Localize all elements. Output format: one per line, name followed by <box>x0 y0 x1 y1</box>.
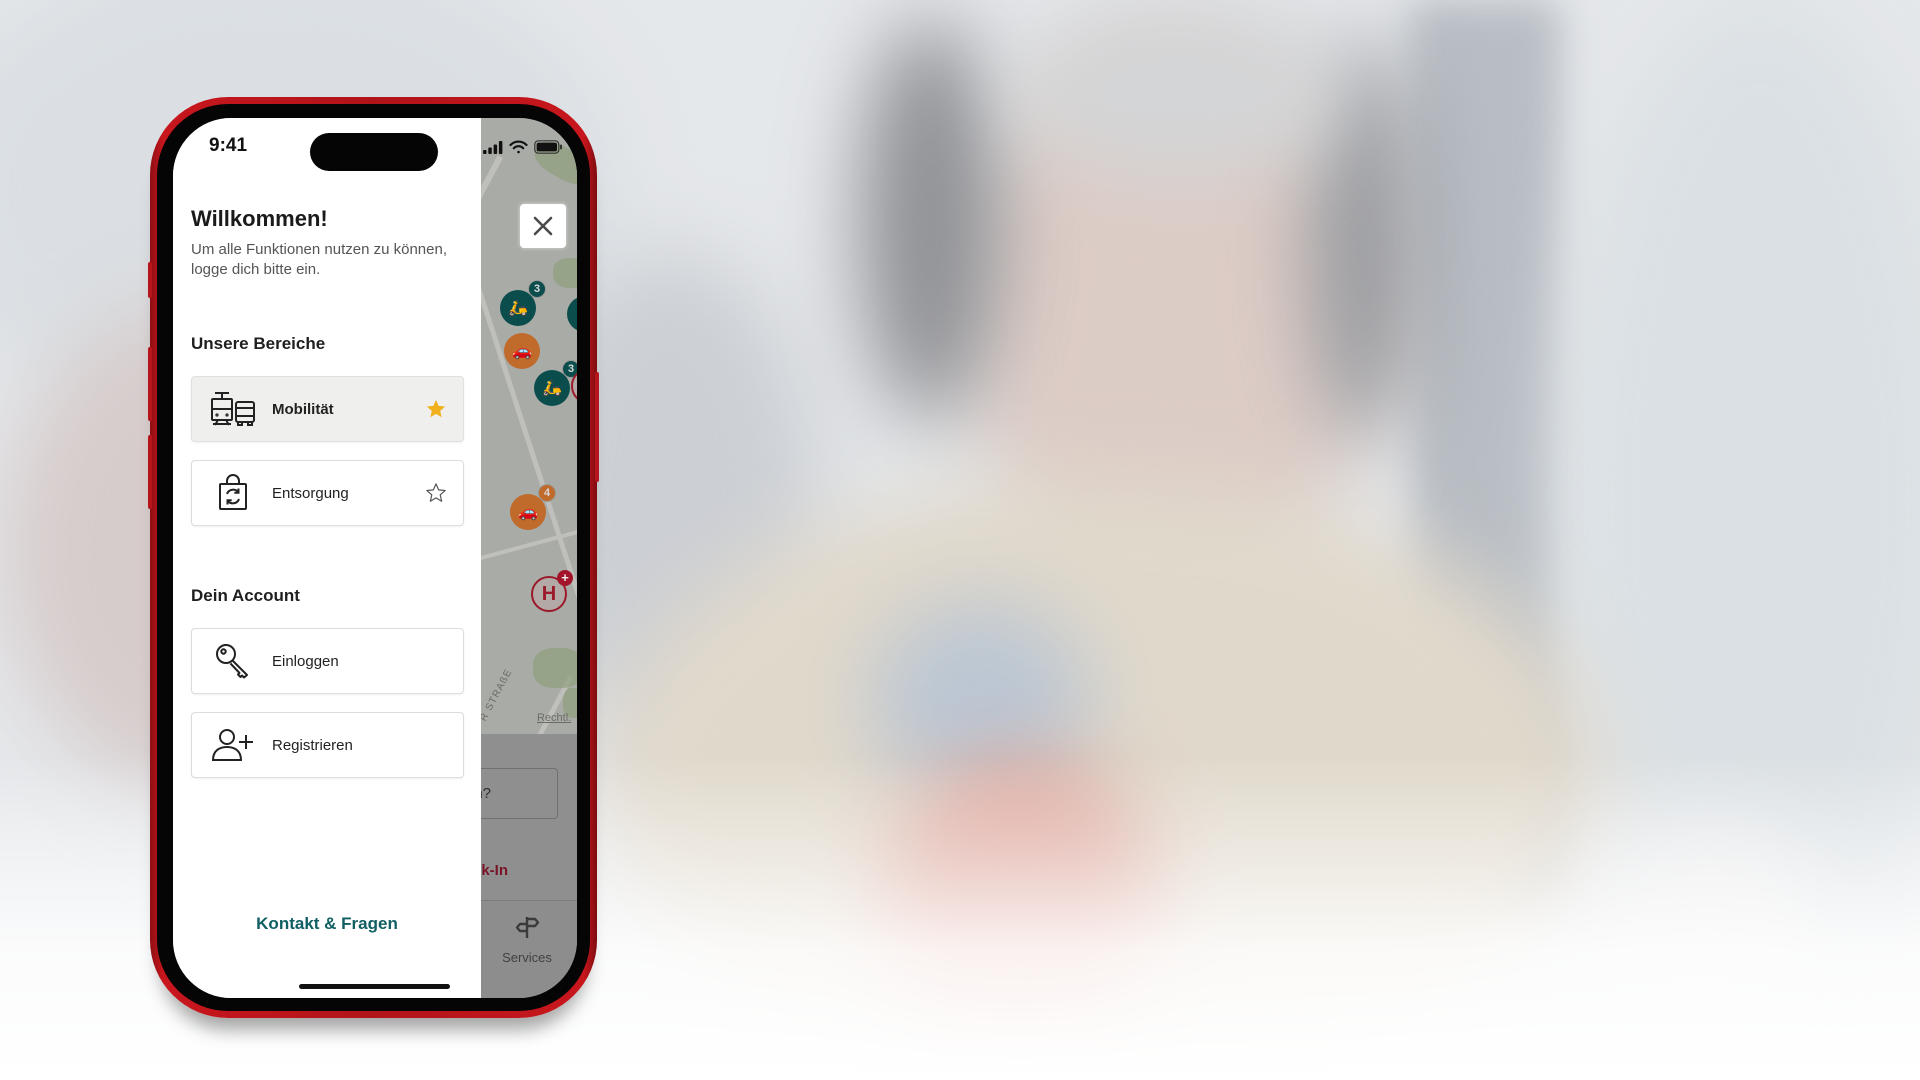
register-button[interactable]: Registrieren <box>191 712 464 778</box>
map-marker-scooter[interactable]: 🛵 3 <box>534 360 577 406</box>
status-time: 9:41 <box>209 135 248 156</box>
area-item-label: Mobilität <box>272 400 334 418</box>
check-in-link[interactable]: k-In <box>481 862 508 879</box>
hospital-badge: + <box>557 570 573 586</box>
phone-mockup: 🛵 3 🚗 🛵 3 🚗 4 H + R STRAßE Rechtl. n? k-… <box>148 97 599 1018</box>
recycling-bag-icon <box>208 474 258 512</box>
register-label: Registrieren <box>272 736 353 754</box>
drawer-title: Willkommen! <box>191 206 328 231</box>
favorite-star-filled-icon[interactable] <box>425 398 447 420</box>
scooter-icon: 🛵 <box>542 380 562 397</box>
signpost-icon <box>515 917 540 938</box>
car-icon: 🚗 <box>518 504 538 521</box>
welcome-drawer: 9:41 Willkommen! Um alle Funktionen nutz… <box>173 118 481 998</box>
phone-bezel: 🛵 3 🚗 🛵 3 🚗 4 H + R STRAßE Rechtl. n? k-… <box>157 104 590 1011</box>
login-button[interactable]: Einloggen <box>191 628 464 694</box>
close-icon <box>533 216 553 236</box>
map-marker-scooter[interactable]: 🛵 3 <box>500 280 546 326</box>
action-button <box>148 262 152 298</box>
section-heading-account: Dein Account <box>191 586 300 605</box>
key-icon <box>208 642 258 680</box>
phone-screen: 🛵 3 🚗 🛵 3 🚗 4 H + R STRAßE Rechtl. n? k-… <box>173 118 577 998</box>
add-user-icon <box>208 727 258 763</box>
map-marker-hospital[interactable]: H + <box>531 570 573 612</box>
home-indicator[interactable] <box>299 984 450 989</box>
car-icon: 🚗 <box>512 343 532 360</box>
map-legal-link[interactable]: Rechtl. <box>537 712 571 724</box>
battery-icon <box>534 140 562 154</box>
dynamic-island <box>310 133 438 171</box>
contact-faq-link[interactable]: Kontakt & Fragen <box>173 914 481 934</box>
street-label: R STRAßE <box>478 667 515 724</box>
drawer-subtitle: Um alle Funktionen nutzen zu können, log… <box>191 241 447 278</box>
area-item-entsorgung[interactable]: Entsorgung <box>191 460 464 526</box>
map-marker-car[interactable]: 🚗 4 <box>510 484 556 530</box>
login-label: Einloggen <box>272 652 339 670</box>
marker-count: 4 <box>538 484 556 502</box>
status-icons <box>483 140 563 154</box>
volume-up-button <box>148 347 152 421</box>
tram-bus-icon <box>208 390 258 428</box>
area-item-label: Entsorgung <box>272 484 349 502</box>
section-heading-areas: Unsere Bereiche <box>191 334 326 353</box>
cellular-signal-icon <box>483 140 503 154</box>
favorite-star-outline-icon[interactable] <box>425 482 447 504</box>
map-marker-car[interactable]: 🚗 <box>504 333 540 369</box>
map-marker-scooter[interactable] <box>567 296 577 332</box>
volume-down-button <box>148 435 152 509</box>
close-button[interactable] <box>520 204 566 248</box>
wifi-icon <box>509 140 528 154</box>
tab-services[interactable]: Services <box>492 913 562 965</box>
area-item-mobilitaet[interactable]: Mobilität <box>191 376 464 442</box>
marker-count: 3 <box>528 280 546 298</box>
power-button <box>595 372 599 482</box>
scooter-icon: 🛵 <box>508 300 528 317</box>
